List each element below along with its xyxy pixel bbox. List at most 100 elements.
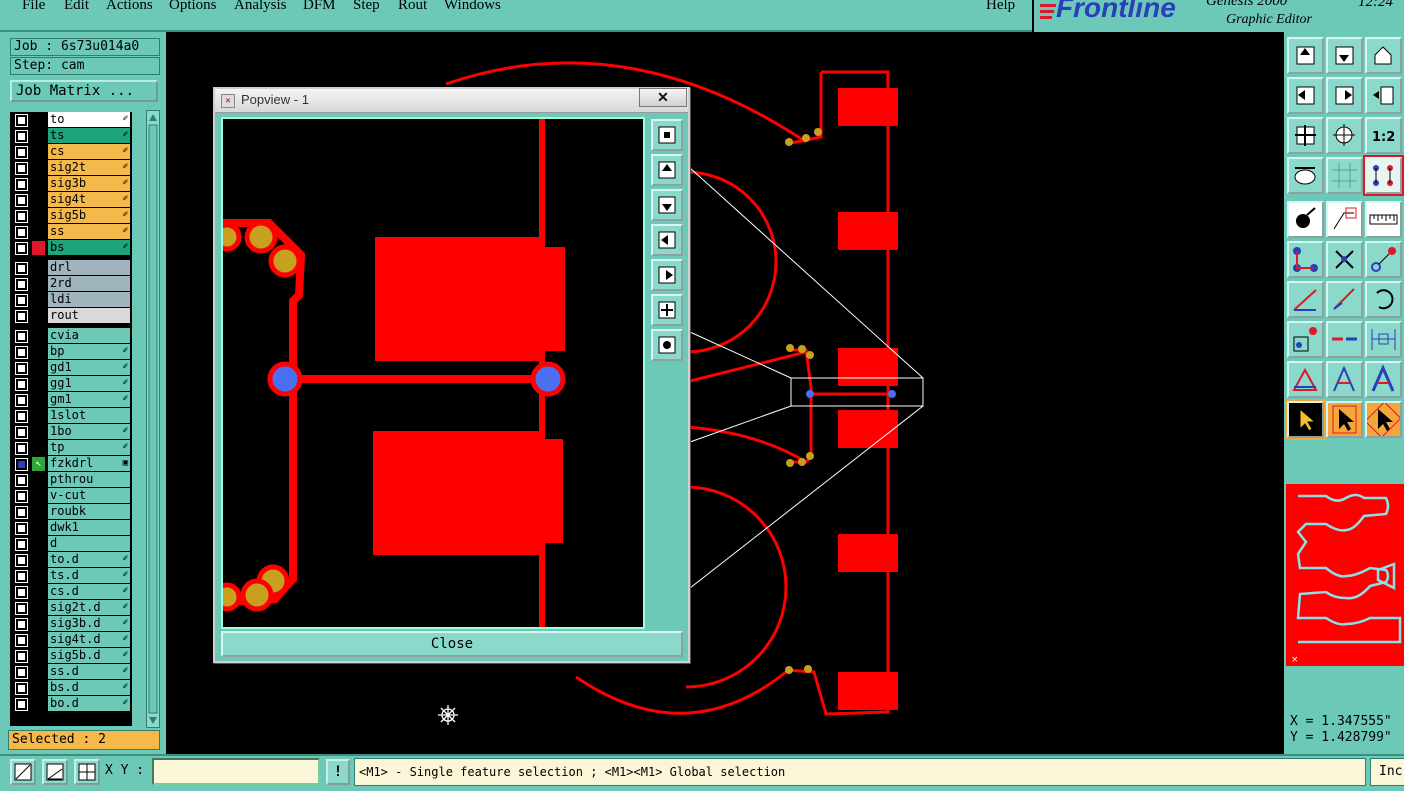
layer-name[interactable]: fzkdrl [48, 456, 130, 471]
layer-checkbox[interactable] [15, 666, 28, 679]
pan-left-button[interactable] [1287, 77, 1324, 114]
layer-row[interactable]: roubk [10, 504, 132, 520]
add-line-button[interactable] [1287, 281, 1324, 318]
layer-row[interactable]: to.d ✐ [10, 552, 132, 568]
layer-row[interactable]: bs.d ✐ [10, 680, 132, 696]
layer-name[interactable]: bp [48, 344, 130, 359]
layer-row[interactable]: cs.d ✐ [10, 584, 132, 600]
layer-name[interactable]: 2rd [48, 276, 130, 291]
pv-zoom-window-button[interactable] [651, 119, 683, 151]
layer-name[interactable]: ts [48, 128, 130, 143]
pv-zoom-fit-button[interactable] [651, 329, 683, 361]
popview-close-button[interactable]: Close [221, 631, 683, 657]
layer-row[interactable]: gd1 ✐ [10, 360, 132, 376]
netlist-button[interactable] [1363, 155, 1404, 196]
layer-row[interactable]: ts ✐ [10, 128, 132, 144]
flip-view-button[interactable] [1365, 77, 1402, 114]
layer-checkbox[interactable] [15, 554, 28, 567]
xy-input[interactable] [152, 758, 320, 785]
select-pointer-alt-button[interactable] [1326, 401, 1363, 438]
text-a-small-button[interactable] [1287, 361, 1324, 398]
layer-name[interactable]: gd1 [48, 360, 130, 375]
zoom-fit-button[interactable] [1287, 117, 1324, 154]
layer-name[interactable]: bo.d [48, 696, 130, 711]
layer-row[interactable]: ldi [10, 292, 132, 308]
select-rotate-button[interactable] [1364, 401, 1402, 439]
layer-name[interactable]: sig4t.d [48, 632, 130, 647]
layer-name[interactable]: gg1 [48, 376, 130, 391]
measure-button[interactable] [1365, 201, 1402, 238]
popview-canvas[interactable] [221, 117, 645, 629]
layer-name[interactable]: 1bo [48, 424, 130, 439]
layer-row[interactable]: tp ✐ [10, 440, 132, 456]
layer-row[interactable]: d [10, 536, 132, 552]
layer-checkbox[interactable] [15, 330, 28, 343]
angle-mode-button[interactable] [42, 759, 68, 785]
layer-name[interactable]: sig5b.d [48, 648, 130, 663]
layer-checkbox[interactable] [15, 698, 28, 711]
layer-name[interactable]: to.d [48, 552, 130, 567]
layer-checkbox[interactable] [15, 146, 28, 159]
layer-name[interactable]: 1slot [48, 408, 130, 423]
layer-row[interactable]: sig5b ✐ [10, 208, 132, 224]
edit-line-button[interactable] [1326, 281, 1363, 318]
layer-colors-button[interactable] [1287, 157, 1324, 194]
pv-pan-down-button[interactable] [651, 189, 683, 221]
layer-checkbox[interactable] [15, 682, 28, 695]
zoom-center-button[interactable] [1326, 117, 1363, 154]
layer-row[interactable]: dwk1 [10, 520, 132, 536]
grid-button[interactable] [1326, 157, 1363, 194]
layer-checkbox[interactable] [15, 226, 28, 239]
menu-dfm[interactable]: DFM [303, 0, 336, 14]
move-button[interactable] [1365, 241, 1402, 278]
zoom-out-button[interactable] [1326, 37, 1363, 74]
job-matrix-button[interactable]: Job Matrix ... [10, 80, 158, 102]
layer-row[interactable]: sig4t.d ✐ [10, 632, 132, 648]
layer-row[interactable]: bo.d ✐ [10, 696, 132, 712]
layer-name[interactable]: dwk1 [48, 520, 130, 535]
menu-options[interactable]: Options [169, 0, 217, 14]
layer-checkbox[interactable] [15, 458, 28, 471]
layer-checkbox[interactable] [15, 278, 28, 291]
layer-checkbox[interactable] [15, 178, 28, 191]
pv-pan-right-button[interactable] [651, 259, 683, 291]
layer-name[interactable]: gm1 [48, 392, 130, 407]
layer-name[interactable]: to [48, 112, 130, 127]
select-pointer-button[interactable] [1285, 399, 1326, 440]
layer-name[interactable]: drl [48, 260, 130, 275]
layer-name[interactable]: sig3b.d [48, 616, 130, 631]
layer-scrollbar[interactable] [146, 110, 160, 728]
layer-name[interactable]: v-cut [48, 488, 130, 503]
layer-row[interactable]: ss ✐ [10, 224, 132, 240]
layer-name[interactable]: cvia [48, 328, 130, 343]
overview-map[interactable]: × [1286, 484, 1404, 666]
layer-row[interactable]: drl [10, 260, 132, 276]
layer-name[interactable]: sig4t [48, 192, 130, 207]
split-line-button[interactable] [1326, 321, 1363, 358]
layer-row[interactable]: to ✐ [10, 112, 132, 128]
layer-checkbox[interactable] [15, 506, 28, 519]
layer-row[interactable]: sig2t.d ✐ [10, 600, 132, 616]
menu-help[interactable]: Help [986, 0, 1015, 14]
layer-name[interactable]: tp [48, 440, 130, 455]
layer-name[interactable]: bs [48, 240, 130, 255]
layer-name[interactable]: pthrou [48, 472, 130, 487]
layer-row[interactable]: 1bo ✐ [10, 424, 132, 440]
menu-analysis[interactable]: Analysis [234, 0, 287, 14]
grid-snap-button[interactable] [74, 759, 100, 785]
delete-button[interactable] [1326, 241, 1363, 278]
pv-zoom-home-button[interactable] [651, 294, 683, 326]
pv-pan-up-button[interactable] [651, 154, 683, 186]
layer-name[interactable]: cs [48, 144, 130, 159]
layer-row[interactable]: bp ✐ [10, 344, 132, 360]
layer-checkbox[interactable] [15, 570, 28, 583]
layer-row[interactable]: ss.d ✐ [10, 664, 132, 680]
menu-step[interactable]: Step [353, 0, 380, 14]
snap-mode-button[interactable] [10, 759, 36, 785]
add-surface-button[interactable] [1326, 201, 1363, 238]
layer-checkbox[interactable] [15, 362, 28, 375]
layer-checkbox[interactable] [15, 618, 28, 631]
dimension-button[interactable] [1365, 321, 1402, 358]
layer-row[interactable]: 1slot [10, 408, 132, 424]
layer-name[interactable]: cs.d [48, 584, 130, 599]
